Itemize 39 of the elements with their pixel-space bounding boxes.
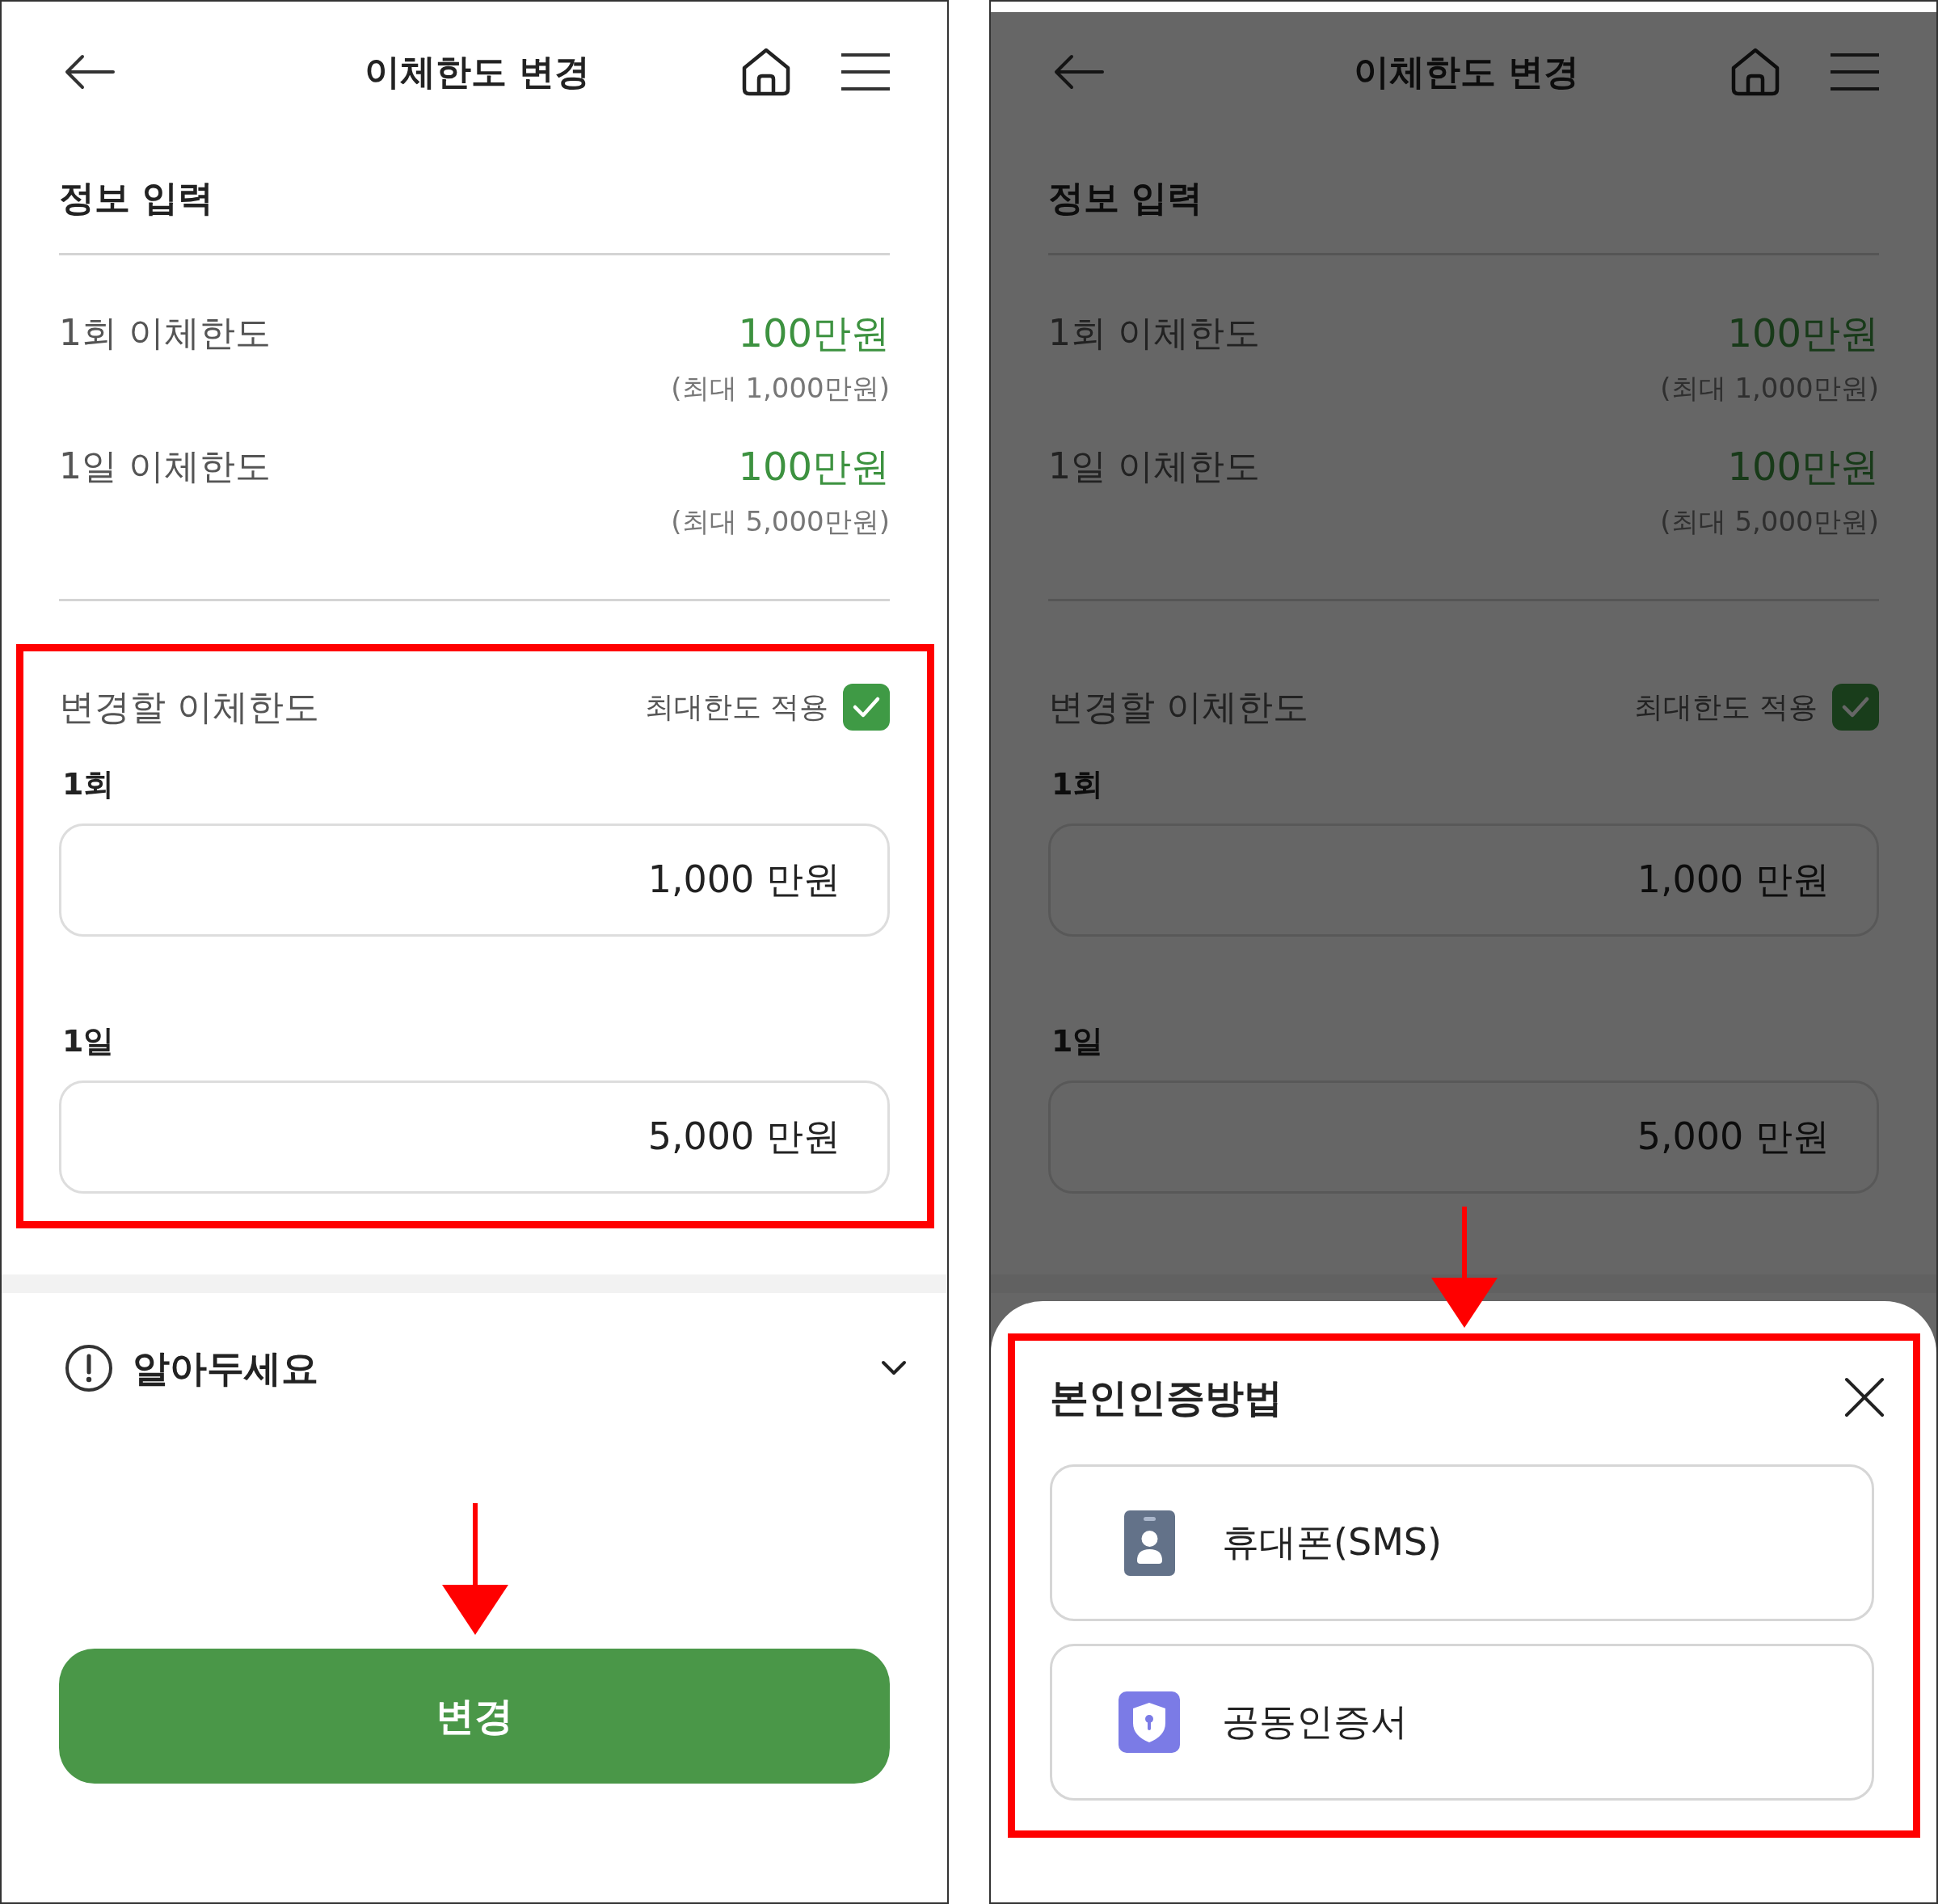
- sheet-title: 본인인증방법: [1050, 1374, 1283, 1422]
- limit-label: 1회 이체한도: [59, 312, 271, 353]
- screen-title: 이체한도 변경: [364, 49, 591, 94]
- max-limit-label: 최대한도 적용: [644, 689, 828, 725]
- limit-value: 100만원: [738, 443, 890, 491]
- limit-maximum: (최대 5,000만원): [671, 504, 890, 539]
- max-limit-checkbox[interactable]: [1832, 684, 1879, 731]
- amount-field[interactable]: 1,000 만원: [59, 824, 890, 937]
- field-label: 1회: [62, 766, 115, 802]
- info-icon: [65, 1344, 113, 1392]
- id-card-icon: [1123, 1510, 1175, 1576]
- auth-option[interactable]: 공동인증서: [1050, 1644, 1874, 1801]
- limit-label: 1일 이체한도: [59, 445, 271, 487]
- field-label: 1일: [62, 1023, 115, 1059]
- limit-maximum: (최대 1,000만원): [671, 371, 890, 406]
- limit-value: 100만원: [1727, 443, 1879, 491]
- chevron-icon[interactable]: [881, 1360, 907, 1376]
- max-limit-checkbox[interactable]: [843, 684, 890, 731]
- max-limit-label: 최대한도 적용: [1633, 689, 1818, 725]
- home-icon[interactable]: [741, 46, 791, 97]
- auth-option[interactable]: 휴대폰(SMS): [1050, 1464, 1874, 1621]
- change-limit-title: 변경할 이체한도: [1048, 685, 1308, 729]
- field-label: 1일: [1051, 1023, 1104, 1059]
- section-title: 정보 입력: [1048, 177, 1203, 218]
- limit-value: 100만원: [738, 310, 890, 357]
- limit-label: 1일 이체한도: [1048, 445, 1260, 487]
- notice-title: 알아두세요: [133, 1346, 318, 1392]
- shield-icon: [1119, 1691, 1180, 1753]
- back-arrow-icon[interactable]: [65, 53, 115, 90]
- close-icon[interactable]: [1844, 1377, 1885, 1417]
- field-label: 1회: [1051, 766, 1104, 802]
- section-title: 정보 입력: [59, 177, 214, 218]
- limit-value: 100만원: [1727, 310, 1879, 357]
- limit-label: 1회 이체한도: [1048, 312, 1260, 353]
- screen-title: 이체한도 변경: [1353, 49, 1580, 94]
- change-limit-title: 변경할 이체한도: [59, 685, 319, 729]
- menu-icon[interactable]: [841, 52, 890, 91]
- change-button[interactable]: 변경: [59, 1649, 890, 1784]
- amount-field[interactable]: 5,000 만원: [59, 1080, 890, 1194]
